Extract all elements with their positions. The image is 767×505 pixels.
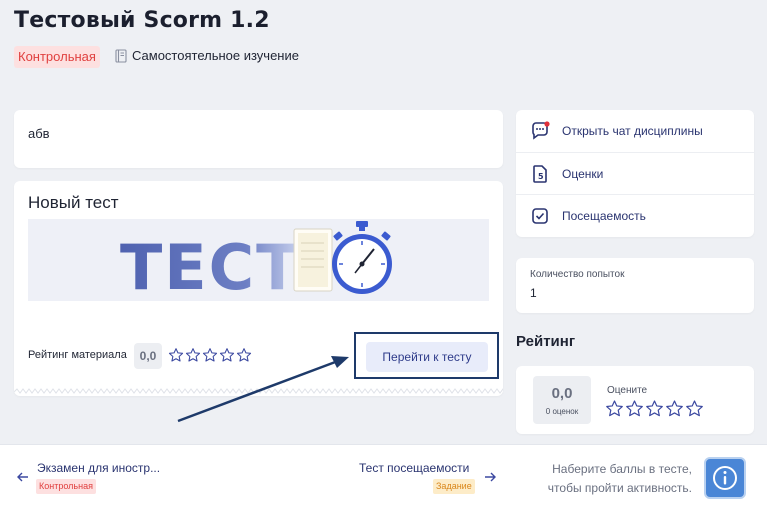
rate-label: Оцените <box>607 385 648 396</box>
side-item-grades-label: Оценки <box>562 166 604 181</box>
star-icon[interactable] <box>645 399 664 418</box>
grades-document-icon: 5 <box>533 164 547 183</box>
prev-activity-tag: Контрольная <box>36 479 96 494</box>
star-icon[interactable] <box>625 399 644 418</box>
attempts-label: Количество попыток <box>530 269 625 280</box>
attempts-card: Количество попыток 1 <box>516 258 754 313</box>
arrow-right-icon[interactable] <box>484 472 496 482</box>
rating-value: 0,0 <box>551 385 573 402</box>
side-item-chat-label: Открыть чат дисциплины <box>562 124 703 138</box>
prev-activity-link[interactable]: Экзамен для иностр... <box>37 461 160 475</box>
side-item-grades[interactable]: 5 Оценки <box>516 152 754 194</box>
side-menu: Открыть чат дисциплины 5 Оценки Посещаем… <box>516 110 754 237</box>
next-activity-tag: Задание <box>433 479 475 494</box>
rate-stars <box>605 399 704 418</box>
side-item-chat[interactable]: Открыть чат дисциплины <box>516 110 754 152</box>
info-button[interactable] <box>704 457 746 499</box>
chat-icon <box>532 121 550 140</box>
checkbox-icon <box>532 207 548 224</box>
footer-navigation: Экзамен для иностр... Контрольная Тест п… <box>0 444 767 505</box>
attempts-value: 1 <box>530 286 537 300</box>
arrow-left-icon[interactable] <box>17 472 29 482</box>
rating-heading: Рейтинг <box>516 333 576 350</box>
next-activity-link[interactable]: Тест посещаемости <box>359 461 469 475</box>
rating-summary: 0,0 0 оценок <box>533 376 591 424</box>
svg-text:5: 5 <box>538 172 544 181</box>
side-item-attendance-label: Посещаемость <box>562 208 646 223</box>
star-icon[interactable] <box>605 399 624 418</box>
star-icon[interactable] <box>685 399 704 418</box>
star-icon[interactable] <box>665 399 684 418</box>
rating-card: 0,0 0 оценок Оцените <box>516 366 754 434</box>
info-icon <box>713 466 737 490</box>
rating-count: 0 оценок <box>545 407 579 416</box>
completion-hint: Наберите баллы в тесте, чтобы пройти акт… <box>547 462 692 495</box>
side-item-attendance[interactable]: Посещаемость <box>516 194 754 236</box>
